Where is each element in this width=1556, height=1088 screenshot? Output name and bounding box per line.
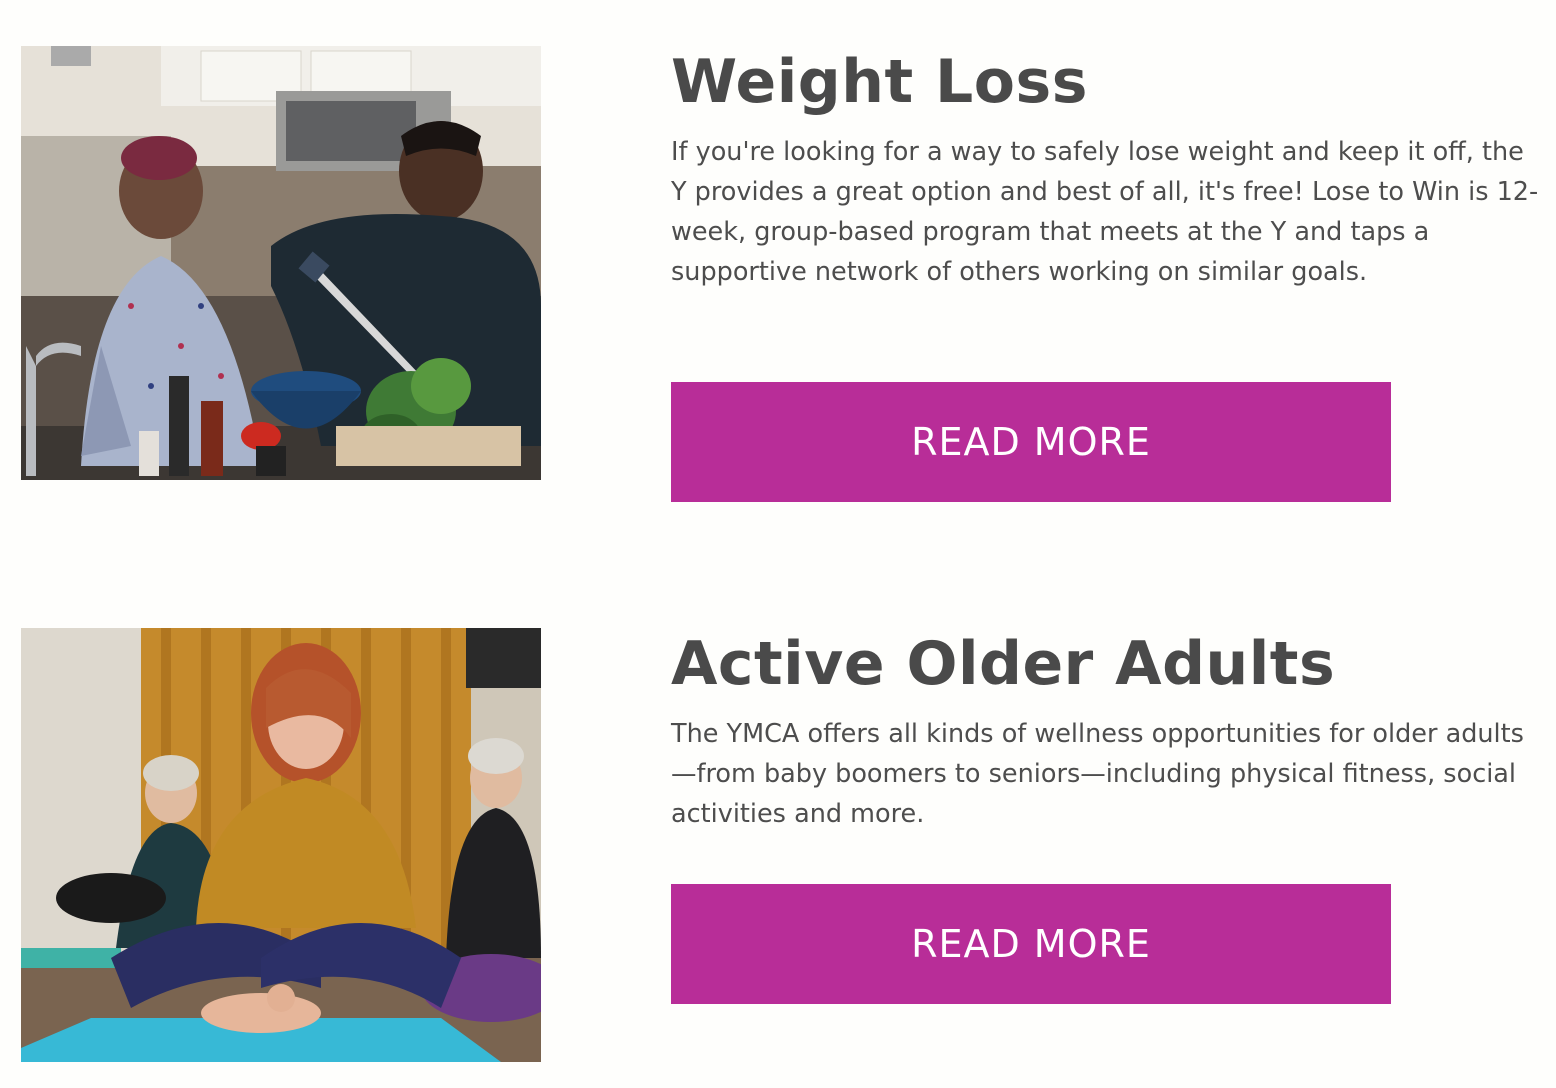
program-title: Active Older Adults	[671, 629, 1336, 699]
program-description: The YMCA offers all kinds of wellness op…	[671, 719, 1524, 829]
read-more-button-weight-loss[interactable]: READ MORE	[671, 382, 1391, 502]
cooking-photo	[21, 46, 541, 480]
cooking-photo-illustration	[21, 46, 541, 480]
program-description: If you're looking for a way to safely lo…	[671, 137, 1539, 287]
yoga-class-photo-illustration	[21, 628, 541, 1062]
read-more-button-active-older-adults[interactable]: READ MORE	[671, 884, 1391, 1004]
program-content: Active Older Adults The YMCA offers all …	[671, 630, 1541, 834]
yoga-class-photo	[21, 628, 541, 1062]
program-title: Weight Loss	[671, 47, 1088, 117]
program-content: Weight Loss If you're looking for a way …	[671, 48, 1541, 292]
